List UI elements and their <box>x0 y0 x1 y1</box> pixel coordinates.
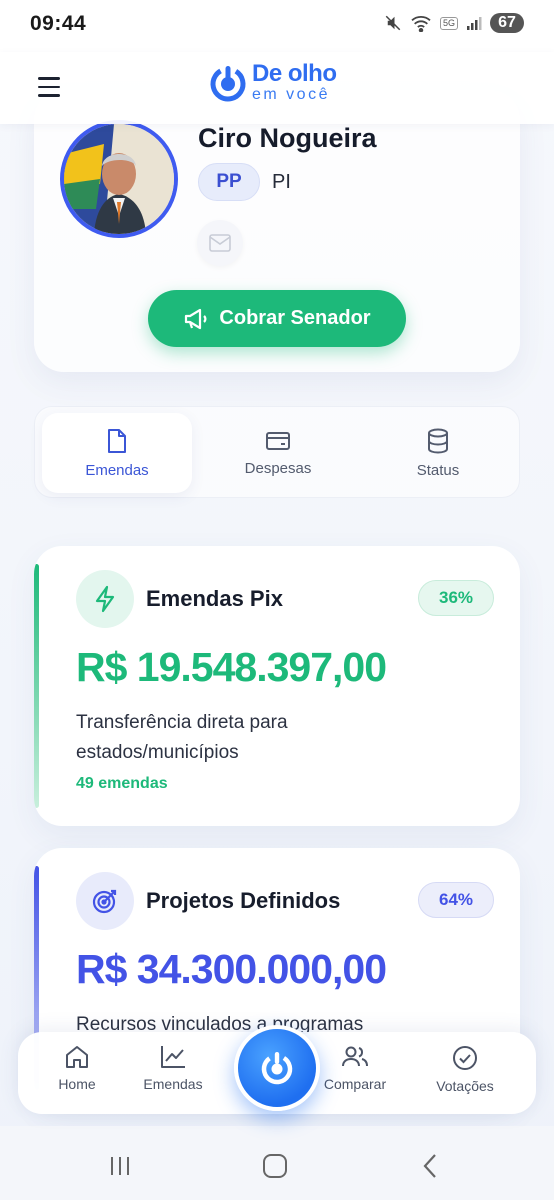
check-circle-icon <box>453 1046 477 1070</box>
nav-comparar[interactable]: Comparar <box>305 1044 405 1092</box>
users-icon <box>342 1046 368 1067</box>
center-power-button[interactable] <box>234 1025 320 1111</box>
tab-label: Emendas <box>85 461 149 479</box>
tab-label: Despesas <box>244 459 312 477</box>
menu-icon-bar <box>38 94 60 97</box>
wallet-icon <box>266 431 290 450</box>
card-amount: R$ 19.548.397,00 <box>76 644 387 690</box>
status-bar: 09:44 5G 67 <box>0 0 554 52</box>
cobrar-senador-label: Cobrar Senador <box>219 307 371 329</box>
party-badge: PP <box>198 163 260 201</box>
card-description: Transferência direta para estados/municí… <box>76 712 288 763</box>
logo-subtitle: em você <box>252 86 330 103</box>
lightning-icon <box>95 585 115 613</box>
nav-home[interactable]: Home <box>27 1044 127 1092</box>
signal-icon <box>467 17 482 30</box>
menu-icon-bar <box>38 77 60 80</box>
app-logo[interactable]: De olho em você <box>208 62 337 103</box>
avatar <box>60 120 178 238</box>
home-square-icon <box>263 1154 287 1178</box>
back-button[interactable] <box>410 1150 450 1182</box>
network-badge: 5G <box>439 16 458 30</box>
cobrar-senador-button[interactable]: Cobrar Senador <box>148 290 406 347</box>
power-icon <box>261 1052 293 1085</box>
database-icon <box>428 428 448 454</box>
card-accent <box>34 564 39 808</box>
card-icon-wrap <box>76 570 134 628</box>
email-button[interactable] <box>197 220 243 266</box>
battery-indicator: 67 <box>490 13 524 33</box>
back-chevron-icon <box>423 1154 436 1178</box>
state-label: PI <box>272 171 291 193</box>
section-tabs: Emendas Despesas Status <box>34 406 520 498</box>
status-time: 09:44 <box>30 12 87 35</box>
card-title: Emendas Pix <box>146 586 283 611</box>
tab-label: Status <box>416 461 460 479</box>
card-title: Projetos Definidos <box>146 888 341 913</box>
wifi-icon <box>411 16 431 32</box>
status-icons: 5G 67 <box>384 13 524 33</box>
logo-title: De olho <box>252 60 337 87</box>
mute-icon <box>385 15 401 31</box>
nav-label: Emendas <box>143 1076 203 1092</box>
system-navigation-bar <box>0 1126 554 1200</box>
tab-despesas[interactable]: Despesas <box>203 413 353 493</box>
card-icon-wrap <box>76 872 134 930</box>
profile-name: Ciro Nogueira <box>198 123 377 153</box>
chart-line-icon <box>161 1046 185 1068</box>
card-amount: R$ 34.300.000,00 <box>76 946 387 992</box>
document-icon <box>108 428 126 453</box>
recent-apps-icon <box>111 1157 129 1175</box>
mail-icon <box>209 234 231 252</box>
emendas-pix-card[interactable]: Emendas Pix 36% R$ 19.548.397,00 Transfe… <box>34 546 520 826</box>
recent-apps-button[interactable] <box>100 1150 140 1182</box>
target-icon <box>92 889 117 914</box>
card-count: 49 emendas <box>76 775 168 792</box>
nav-label: Comparar <box>323 1076 387 1092</box>
home-icon <box>66 1046 88 1068</box>
percent-badge: 64% <box>418 882 494 918</box>
menu-button[interactable] <box>38 72 68 102</box>
power-logo-icon <box>210 65 246 101</box>
profile-card: Ciro Nogueira PP PI Cobrar Senador <box>34 90 520 372</box>
tab-status[interactable]: Status <box>363 413 513 493</box>
nav-votacoes[interactable]: Votações <box>415 1044 515 1094</box>
nav-label: Votações <box>436 1078 494 1094</box>
home-system-button[interactable] <box>255 1150 295 1182</box>
menu-icon-bar <box>38 85 60 89</box>
percent-badge: 36% <box>418 580 494 616</box>
nav-emendas[interactable]: Emendas <box>123 1044 223 1092</box>
tab-emendas[interactable]: Emendas <box>42 413 192 493</box>
nav-label: Home <box>58 1076 96 1092</box>
app-bar: De olho em você <box>0 52 554 124</box>
megaphone-icon <box>185 308 207 329</box>
